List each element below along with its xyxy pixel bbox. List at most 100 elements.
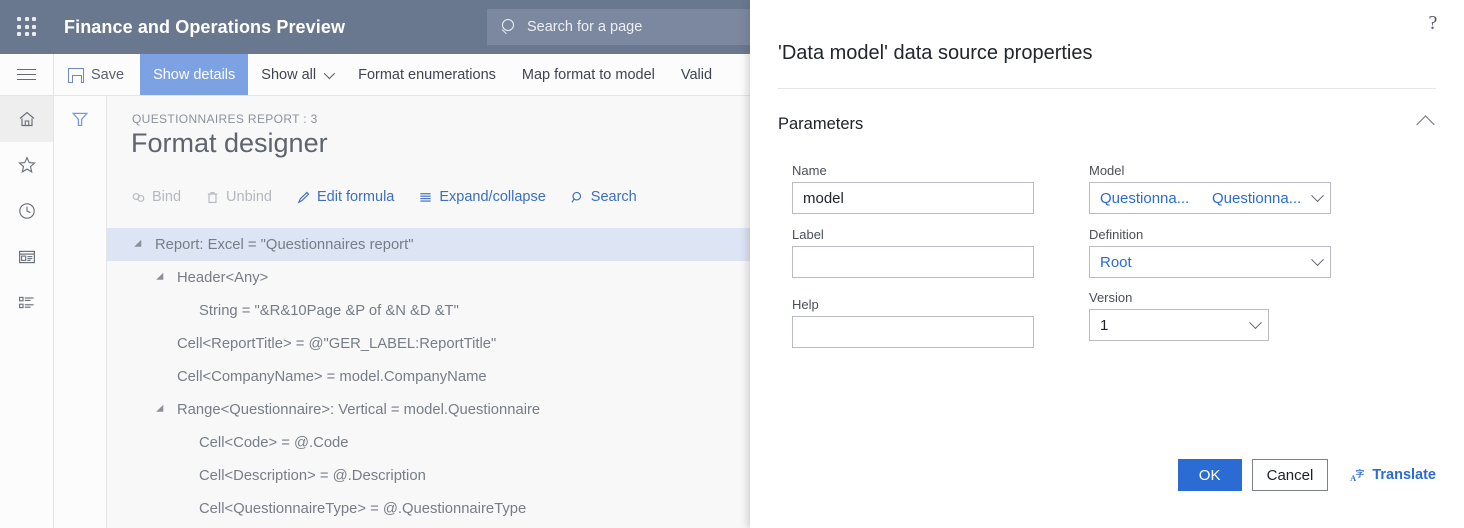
help-input[interactable] [792, 316, 1034, 348]
designer-action-toolbar: Bind Unbind Edit formu [131, 184, 661, 210]
app-launcher-icon [17, 17, 37, 37]
map-format-to-model-label: Map format to model [522, 67, 655, 83]
edit-formula-button[interactable]: Edit formula [296, 189, 394, 205]
app-title[interactable]: Finance and Operations Preview [64, 17, 345, 38]
tree-expander-icon[interactable] [153, 405, 169, 415]
name-input[interactable]: model [792, 182, 1034, 214]
format-enumerations-button[interactable]: Format enumerations [345, 54, 509, 95]
tree-expander-icon[interactable] [153, 273, 169, 283]
show-all-dropdown[interactable]: Show all [248, 54, 345, 95]
tree-row-label: Cell<Description> = @.Description [199, 468, 426, 484]
tree-row-label: Header<Any> [177, 270, 268, 286]
workspace-icon [17, 247, 37, 267]
list-lines-icon [418, 190, 433, 205]
save-button[interactable]: Save [54, 54, 140, 95]
chevron-down-icon [1311, 253, 1324, 266]
link-icon [131, 190, 146, 205]
panel-footer: OK Cancel A 字 Translate [778, 458, 1436, 492]
left-navigation-rail [0, 96, 54, 528]
format-enumerations-label: Format enumerations [358, 67, 496, 83]
tree-row-label: Range<Questionnaire>: Vertical = model.Q… [177, 402, 540, 418]
unbind-label: Unbind [226, 189, 272, 205]
filter-button[interactable] [54, 96, 106, 142]
sidebar-item-recent[interactable] [0, 188, 53, 234]
unbind-button[interactable]: Unbind [205, 189, 272, 205]
definition-field-group: Definition Root [1089, 227, 1331, 278]
version-field-group: Version 1 [1089, 290, 1269, 341]
translate-link[interactable]: A 字 Translate [1350, 467, 1436, 483]
expand-collapse-label: Expand/collapse [439, 189, 545, 205]
application-window: Finance and Operations Preview Search fo… [0, 0, 1464, 528]
data-source-properties-panel: ? 'Data model' data source properties Pa… [750, 0, 1464, 528]
hamburger-menu-icon [17, 69, 36, 80]
version-field-label: Version [1089, 290, 1269, 305]
tree-row-label: String = "&R&10Page &P of &N &D &T" [199, 303, 459, 319]
model-dropdown-value-secondary: Questionna... [1212, 190, 1307, 207]
app-launcher-button[interactable] [0, 0, 54, 54]
tree-row-label: Cell<QuestionnaireType> = @.Questionnair… [199, 501, 526, 517]
nav-pane-toggle-button[interactable] [0, 54, 54, 95]
show-details-button[interactable]: Show details [140, 54, 248, 95]
filter-strip [54, 96, 107, 528]
trash-icon [205, 190, 220, 205]
save-button-label: Save [91, 67, 124, 83]
sidebar-item-modules[interactable] [0, 280, 53, 326]
model-dropdown-value-primary: Questionna... [1100, 190, 1212, 207]
name-field-label: Name [792, 163, 1034, 178]
chevron-up-icon[interactable] [1416, 115, 1434, 133]
chevron-down-icon [1249, 316, 1262, 329]
sidebar-item-favorites[interactable] [0, 142, 53, 188]
breadcrumb[interactable]: QUESTIONNAIRES REPORT : 3 [132, 112, 318, 126]
search-icon [501, 19, 517, 35]
page-search-placeholder: Search for a page [527, 19, 642, 35]
validate-button[interactable]: Valid [668, 54, 725, 95]
name-field-group: Name model [792, 163, 1034, 214]
expand-collapse-button[interactable]: Expand/collapse [418, 189, 545, 205]
tree-search-button[interactable]: Search [570, 189, 637, 205]
bind-label: Bind [152, 189, 181, 205]
model-field-label: Model [1089, 163, 1331, 178]
tree-expander-icon[interactable] [131, 240, 147, 250]
question-mark-icon[interactable]: ? [1420, 10, 1446, 36]
edit-formula-label: Edit formula [317, 189, 394, 205]
svg-text:字: 字 [1356, 468, 1365, 478]
bind-button[interactable]: Bind [131, 189, 181, 205]
star-icon [17, 155, 37, 175]
version-dropdown[interactable]: 1 [1089, 309, 1269, 341]
help-field-label: Help [792, 297, 1034, 312]
tree-search-label: Search [591, 189, 637, 205]
definition-field-label: Definition [1089, 227, 1331, 242]
model-dropdown[interactable]: Questionna... Questionna... [1089, 182, 1331, 214]
translate-label: Translate [1372, 467, 1436, 483]
parameters-section-header[interactable]: Parameters [778, 108, 1436, 140]
label-input[interactable] [792, 246, 1034, 278]
modules-list-icon [17, 293, 37, 313]
parameters-section-title: Parameters [778, 115, 863, 134]
filter-funnel-icon [70, 109, 90, 129]
sidebar-item-workspaces[interactable] [0, 234, 53, 280]
ok-button[interactable]: OK [1178, 459, 1242, 491]
tree-row-label: Cell<CompanyName> = model.CompanyName [177, 369, 487, 385]
tree-row-label: Cell<ReportTitle> = @"GER_LABEL:ReportTi… [177, 336, 496, 352]
name-input-value: model [803, 190, 844, 207]
panel-title: 'Data model' data source properties [778, 42, 1092, 65]
save-icon [68, 67, 84, 83]
label-field-label: Label [792, 227, 1034, 242]
model-field-group: Model Questionna... Questionna... [1089, 163, 1331, 214]
sidebar-item-home[interactable] [0, 96, 53, 142]
label-field-group: Label [792, 227, 1034, 278]
home-icon [17, 109, 37, 129]
definition-dropdown[interactable]: Root [1089, 246, 1331, 278]
cancel-button[interactable]: Cancel [1252, 459, 1329, 491]
validate-label: Valid [681, 67, 712, 83]
clock-icon [17, 201, 37, 221]
definition-dropdown-value: Root [1100, 254, 1132, 271]
divider [778, 88, 1436, 89]
chevron-down-icon [1311, 189, 1324, 202]
map-format-to-model-button[interactable]: Map format to model [509, 54, 668, 95]
search-icon [570, 190, 585, 205]
pencil-icon [296, 190, 311, 205]
chevron-down-icon [324, 67, 335, 78]
version-dropdown-value: 1 [1100, 317, 1108, 334]
tree-row-label: Report: Excel = "Questionnaires report" [155, 237, 413, 253]
